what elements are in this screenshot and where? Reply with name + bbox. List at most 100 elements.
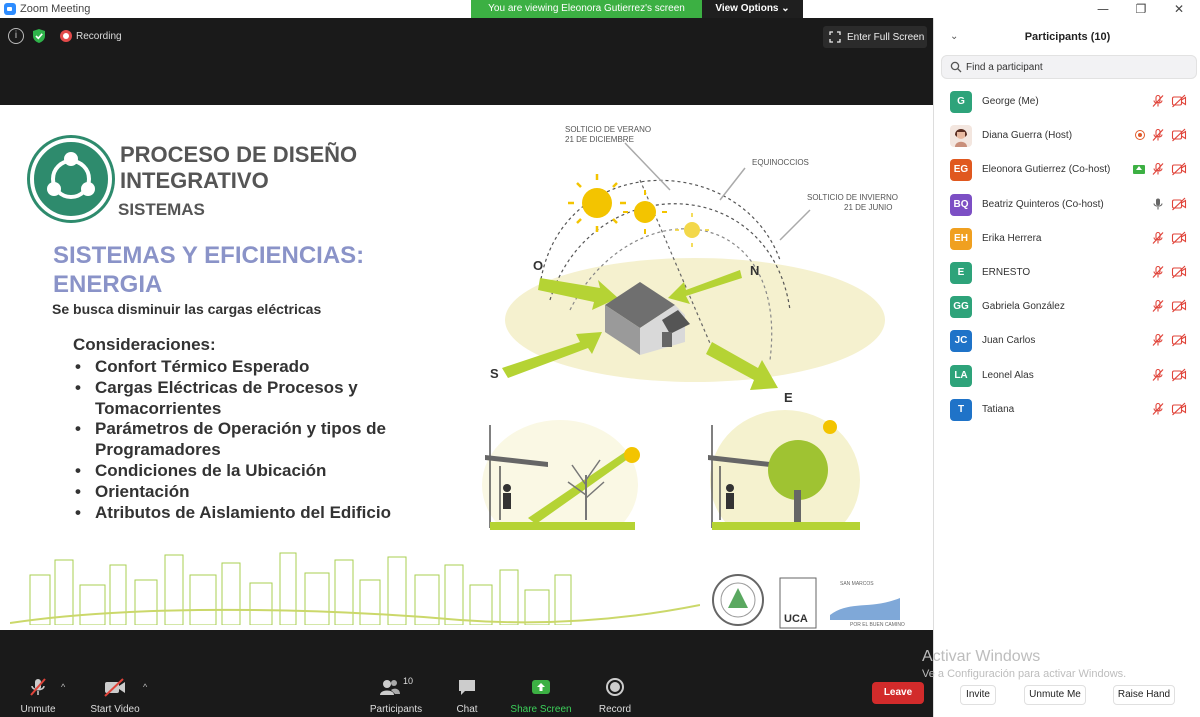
start-video-button[interactable]: Start Video (86, 676, 144, 715)
audio-options-caret[interactable]: ^ (61, 682, 65, 692)
partner-logos: UCA SAN MARCOS POR EL BUEN CAMINO (712, 574, 905, 629)
consideration-item: Confort Térmico Esperado (73, 357, 413, 378)
record-button[interactable]: Record (595, 676, 635, 715)
chat-label: Chat (456, 704, 478, 715)
screen-sharing-icon (1133, 164, 1145, 174)
meeting-info-icon[interactable]: i (8, 28, 24, 44)
participant-row[interactable]: Diana Guerra (Host) (934, 122, 1200, 156)
search-icon (950, 61, 962, 73)
network-logo (30, 138, 112, 220)
slide-title: PROCESO DE DISEÑO INTEGRATIVO (120, 142, 358, 193)
participant-name: George (Me) (982, 96, 1039, 107)
participant-row[interactable]: EG Eleonora Gutierrez (Co-host) (934, 156, 1200, 190)
video-off-icon (1171, 128, 1187, 142)
mic-icon (1153, 198, 1163, 210)
participants-panel: ⌄ Participants (10) G George (Me) Diana Gu… (933, 18, 1200, 717)
uca-logo: UCA (779, 577, 817, 629)
south-label: S (490, 366, 499, 381)
chat-icon (459, 680, 475, 695)
east-label: E (784, 390, 793, 405)
participant-row[interactable]: JC Juan Carlos (934, 327, 1200, 361)
participant-status-icons (1151, 299, 1187, 313)
enter-full-screen-button[interactable]: Enter Full Screen (823, 26, 927, 48)
leave-button[interactable]: Leave (872, 682, 924, 704)
participants-panel-header: ⌄ Participants (10) (934, 18, 1200, 56)
slide-heading: SISTEMAS Y EFICIENCIAS: ENERGIA (53, 242, 365, 298)
summer-label-1: SOLTICIO DE VERANO (565, 125, 651, 134)
participant-search[interactable] (941, 55, 1197, 79)
muted-mic-icon (30, 678, 46, 696)
participant-row[interactable]: E ERNESTO (934, 259, 1200, 293)
avatar: JC (950, 330, 972, 353)
participants-list: G George (Me) Diana Guerra (Host) EG Eleonor… (934, 88, 1200, 430)
view-options-button[interactable]: View Options ⌄ (702, 0, 803, 18)
muted-mic-icon (1152, 402, 1164, 415)
bare-tree-scene (482, 420, 640, 530)
viewing-message: You are viewing Eleonora Gutierrez's scr… (471, 0, 702, 18)
participant-row[interactable]: LA Leonel Alas (934, 362, 1200, 396)
video-options-caret[interactable]: ^ (143, 682, 147, 692)
participant-status-icons (1151, 333, 1187, 347)
participant-status-icons (1151, 94, 1187, 108)
sun-icon-small (675, 213, 709, 247)
avatar: LA (950, 364, 972, 387)
participant-row[interactable]: T Tatiana (934, 396, 1200, 430)
equinox-label: EQUINOCCIOS (752, 158, 809, 167)
avatar: T (950, 398, 972, 421)
participants-label: Participants (369, 704, 423, 715)
avatar: G (950, 91, 972, 113)
video-off-icon (1171, 402, 1187, 416)
participant-row[interactable]: G George (Me) (934, 88, 1200, 122)
consideration-item: Orientación (73, 482, 413, 503)
close-button[interactable]: ✕ (1161, 0, 1197, 18)
participant-row[interactable]: EH Erika Herrera (934, 225, 1200, 259)
consideration-item: Cargas Eléctricas de Procesos y Tomacorr… (73, 378, 413, 420)
share-screen-button[interactable]: Share Screen (508, 676, 574, 715)
share-screen-icon (532, 680, 550, 694)
video-off-icon (1171, 94, 1187, 108)
participant-name: ERNESTO (982, 266, 1031, 278)
video-off-icon (1171, 299, 1187, 313)
video-off-icon (104, 678, 125, 697)
video-off-icon (1171, 333, 1187, 347)
meeting-toolbar: Unmute ^ Start Video ^ 10 Participants C… (0, 670, 933, 717)
record-label: Record (598, 704, 632, 715)
uca-label: UCA (784, 613, 808, 625)
window-title: Zoom Meeting (20, 3, 91, 15)
avatar: EH (950, 227, 972, 250)
participant-row[interactable]: BQ Beatriz Quinteros (Co-host) (934, 191, 1200, 225)
invite-button[interactable]: Invite (960, 685, 996, 705)
participant-search-input[interactable] (966, 59, 1186, 75)
participant-name: Erika Herrera (982, 232, 1042, 244)
muted-mic-icon (1152, 368, 1164, 381)
participant-row[interactable]: GG Gabriela González (934, 293, 1200, 327)
chat-button[interactable]: Chat (450, 676, 484, 715)
profile-photo-icon (955, 129, 967, 148)
unmute-button[interactable]: Unmute (16, 676, 60, 715)
city-skyline-decoration (10, 552, 700, 625)
minimize-button[interactable]: — (1085, 0, 1121, 18)
ground-ellipse (505, 258, 885, 382)
zoom-app-icon (4, 3, 16, 15)
participants-button[interactable]: 10 Participants (366, 676, 426, 715)
winter-label-2: 21 DE JUNIO (844, 203, 892, 212)
video-off-icon (1171, 265, 1187, 279)
participant-status-icons (1151, 265, 1187, 279)
considerations-heading: Consideraciones: (73, 335, 216, 354)
raise-hand-button[interactable]: Raise Hand (1113, 685, 1175, 705)
video-off-icon (1171, 162, 1187, 176)
winter-label-1: SOLTICIO DE INVIERNO (807, 193, 898, 202)
encryption-shield-icon[interactable] (32, 28, 46, 44)
participants-icon (379, 680, 400, 695)
motto-label: POR EL BUEN CAMINO (850, 622, 905, 628)
consideration-item: Condiciones de la Ubicación (73, 461, 413, 482)
muted-mic-icon (1152, 129, 1164, 142)
watermark-line-2: Ve a Configuración para activar Windows. (922, 668, 1127, 680)
muted-mic-icon (1152, 163, 1164, 176)
participant-status-icons (1151, 197, 1187, 211)
recording-icon (60, 30, 72, 42)
restore-button[interactable]: ❐ (1123, 0, 1159, 18)
participant-status-icons (1151, 368, 1187, 382)
recording-indicator[interactable]: Recording (60, 30, 122, 42)
unmute-me-button[interactable]: Unmute Me (1024, 685, 1086, 705)
